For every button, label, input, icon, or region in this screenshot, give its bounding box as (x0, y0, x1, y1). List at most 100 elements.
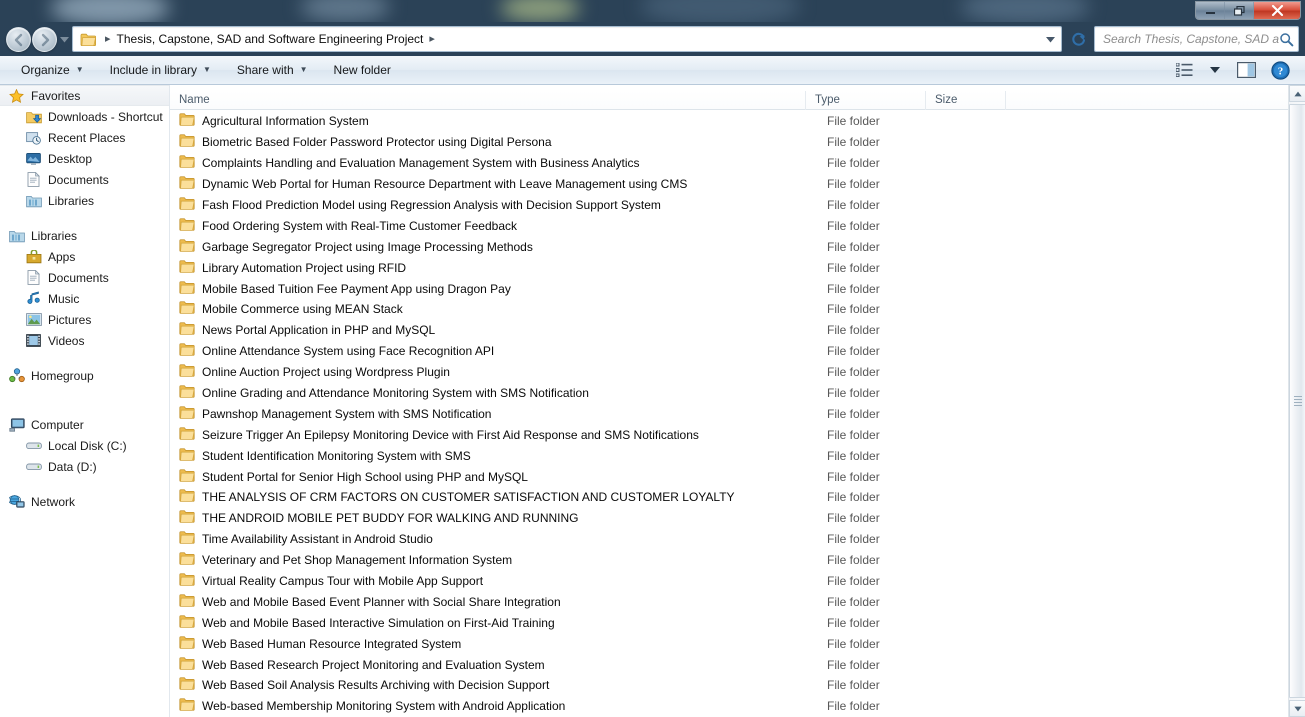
table-row[interactable]: Mobile Commerce using MEAN Stack File fol… (170, 299, 1288, 320)
file-type: File folder (827, 218, 880, 233)
breadcrumb-separator-trailing[interactable]: ▸ (423, 33, 441, 45)
column-header-size[interactable]: Size (925, 90, 1005, 110)
sidebar-item-libraries-favorite[interactable]: Libraries (0, 190, 169, 211)
table-row[interactable]: Online Auction Project using Wordpress P… (170, 362, 1288, 383)
back-button[interactable] (6, 27, 31, 52)
search-input[interactable]: Search Thesis, Capstone, SAD a... (1103, 32, 1279, 46)
sidebar-item-data-d[interactable]: Data (D:) (0, 456, 169, 477)
table-row[interactable]: Fash Flood Prediction Model using Regres… (170, 195, 1288, 216)
new-folder-button[interactable]: New folder (323, 58, 402, 82)
file-type: File folder (827, 699, 880, 714)
sidebar-item-homegroup[interactable]: Homegroup (0, 365, 169, 386)
table-row[interactable]: THE ANALYSIS OF CRM FACTORS ON CUSTOMER … (170, 487, 1288, 508)
sidebar-item-videos[interactable]: Videos (0, 330, 169, 351)
minimize-button[interactable] (1196, 2, 1225, 19)
table-row[interactable]: Student Portal for Senior High School us… (170, 466, 1288, 487)
sidebar-item-music[interactable]: Music (0, 288, 169, 309)
desktop-icon (25, 151, 42, 167)
scroll-down-button[interactable] (1289, 700, 1305, 717)
close-button[interactable] (1254, 2, 1300, 19)
view-dropdown-button[interactable] (1201, 58, 1229, 82)
file-name: Mobile Based Tuition Fee Payment App usi… (202, 281, 511, 296)
table-row[interactable]: THE ANDROID MOBILE PET BUDDY FOR WALKING… (170, 508, 1288, 529)
address-bar[interactable]: ▸ Thesis, Capstone, SAD and Software Eng… (72, 26, 1062, 52)
address-history-dropdown-icon[interactable] (1044, 33, 1057, 46)
sidebar-item-libraries[interactable]: Libraries (0, 225, 169, 246)
folder-icon (170, 133, 202, 151)
sidebar-item-documents-library[interactable]: Documents (0, 267, 169, 288)
column-header-type[interactable]: Type (805, 90, 925, 110)
sidebar-item-downloads-shortcut[interactable]: Downloads - Shortcut (0, 106, 169, 127)
sidebar-item-computer[interactable]: Computer (0, 414, 169, 435)
table-row[interactable]: Library Automation Project using RFID Fil… (170, 257, 1288, 278)
folder-icon (170, 488, 202, 506)
table-row[interactable]: Student Identification Monitoring System… (170, 445, 1288, 466)
file-list-pane[interactable]: Name Type Size Agricultural Information … (170, 85, 1305, 717)
table-row[interactable]: Web and Mobile Based Event Planner with … (170, 591, 1288, 612)
file-name: Virtual Reality Campus Tour with Mobile … (202, 574, 484, 589)
file-name: Student Identification Monitoring System… (202, 448, 471, 463)
table-row[interactable]: Food Ordering System with Real-Time Cust… (170, 215, 1288, 236)
navigation-pane[interactable]: Favorites Downloads - Shortcut Recent Pl… (0, 85, 170, 717)
organize-button[interactable]: Organize ▼ (10, 58, 95, 82)
sidebar-item-documents-favorite[interactable]: Documents (0, 169, 169, 190)
sidebar-label: Videos (48, 333, 85, 348)
change-view-button[interactable] (1167, 58, 1201, 82)
table-row[interactable]: Agricultural Information System File fold… (170, 111, 1288, 132)
table-row[interactable]: Online Attendance System using Face Reco… (170, 341, 1288, 362)
table-row[interactable]: Pawnshop Management System with SMS Noti… (170, 403, 1288, 424)
recent-pages-dropdown-icon[interactable] (60, 35, 69, 44)
include-in-library-button[interactable]: Include in library ▼ (99, 58, 222, 82)
preview-pane-button[interactable] (1229, 58, 1263, 82)
table-row[interactable]: Online Grading and Attendance Monitoring… (170, 383, 1288, 404)
folder-icon (170, 321, 202, 339)
table-row[interactable]: Web and Mobile Based Interactive Simulat… (170, 612, 1288, 633)
table-row[interactable]: Seizure Trigger An Epilepsy Monitoring D… (170, 424, 1288, 445)
sidebar-item-recent-places[interactable]: Recent Places (0, 127, 169, 148)
column-header-spacer[interactable] (1005, 90, 1065, 110)
file-name: Online Auction Project using Wordpress P… (202, 365, 450, 380)
document-icon (25, 270, 42, 286)
include-in-library-label: Include in library (109, 63, 197, 77)
table-row[interactable]: Web-based Membership Monitoring System w… (170, 696, 1288, 717)
sidebar-item-pictures[interactable]: Pictures (0, 309, 169, 330)
table-row[interactable]: Complaints Handling and Evaluation Manag… (170, 153, 1288, 174)
sidebar-item-apps[interactable]: Apps (0, 246, 169, 267)
folder-icon (170, 342, 202, 360)
column-header-name[interactable]: Name (170, 91, 805, 110)
share-with-button[interactable]: Share with ▼ (226, 58, 319, 82)
search-box[interactable]: Search Thesis, Capstone, SAD a... (1094, 26, 1299, 52)
scrollbar-thumb[interactable] (1289, 104, 1305, 698)
scroll-up-button[interactable] (1289, 85, 1305, 102)
table-row[interactable]: News Portal Application in PHP and MySQL… (170, 320, 1288, 341)
breadcrumb-path[interactable]: Thesis, Capstone, SAD and Software Engin… (117, 32, 424, 46)
address-bar-row: ▸ Thesis, Capstone, SAD and Software Eng… (0, 22, 1305, 56)
sidebar-item-desktop[interactable]: Desktop (0, 148, 169, 169)
file-type: File folder (827, 427, 880, 442)
table-row[interactable]: Mobile Based Tuition Fee Payment App usi… (170, 278, 1288, 299)
refresh-button[interactable] (1066, 27, 1090, 51)
table-row[interactable]: Time Availability Assistant in Android S… (170, 529, 1288, 550)
folder-icon (170, 697, 202, 715)
table-row[interactable]: Web Based Human Resource Integrated Syst… (170, 633, 1288, 654)
folder-icon (170, 238, 202, 256)
sidebar-item-local-disk-c[interactable]: Local Disk (C:) (0, 435, 169, 456)
sidebar-item-network[interactable]: Network (0, 491, 169, 512)
table-row[interactable]: Dynamic Web Portal for Human Resource De… (170, 174, 1288, 195)
table-row[interactable]: Biometric Based Folder Password Protecto… (170, 132, 1288, 153)
help-button[interactable]: ? (1263, 58, 1297, 82)
restore-button[interactable] (1225, 2, 1254, 19)
sidebar-item-favorites[interactable]: Favorites (0, 85, 169, 106)
forward-button[interactable] (32, 27, 57, 52)
table-row[interactable]: Veterinary and Pet Shop Management Infor… (170, 550, 1288, 571)
search-icon[interactable] (1279, 32, 1294, 47)
vertical-scrollbar[interactable] (1288, 85, 1305, 717)
file-type: File folder (827, 365, 880, 380)
table-row[interactable]: Virtual Reality Campus Tour with Mobile … (170, 571, 1288, 592)
table-row[interactable]: Web Based Research Project Monitoring an… (170, 654, 1288, 675)
folder-icon (170, 196, 202, 214)
sidebar-group-spacer (0, 477, 169, 491)
table-row[interactable]: Web Based Soil Analysis Results Archivin… (170, 675, 1288, 696)
table-row[interactable]: Garbage Segregator Project using Image P… (170, 236, 1288, 257)
breadcrumb-separator-leading[interactable]: ▸ (99, 33, 117, 45)
